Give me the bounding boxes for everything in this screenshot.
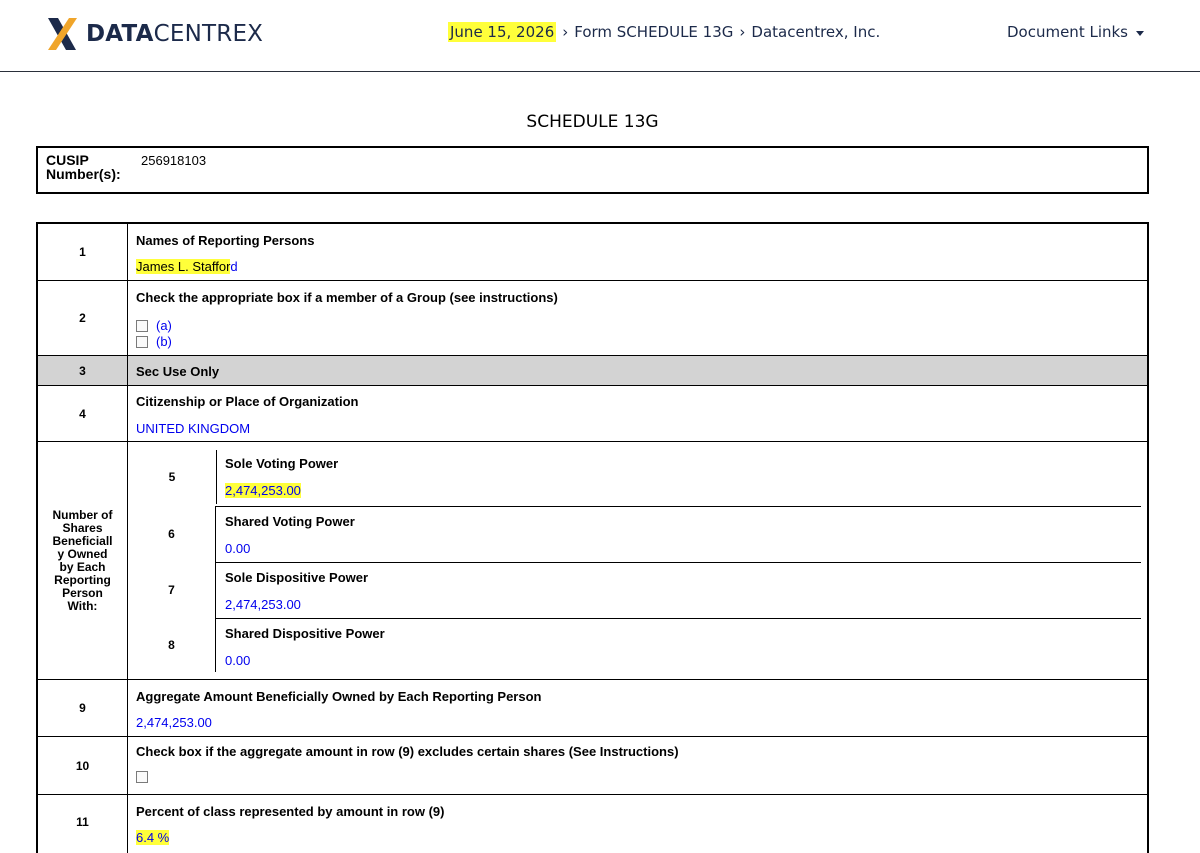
cusip-value: 256918103	[141, 153, 207, 168]
row-caption: Sole Dispositive Power	[225, 570, 369, 585]
row-number: 4	[38, 386, 128, 441]
reporting-person-name: James L. Stafford	[136, 259, 238, 274]
row-number: 9	[38, 680, 128, 736]
breadcrumb-separator: ›	[739, 23, 746, 41]
row-number: 6	[128, 506, 216, 562]
checkbox[interactable]	[136, 771, 148, 783]
cover-page-table: 1 Names of Reporting Persons James L. St…	[36, 222, 1149, 853]
excludes-shares-option[interactable]	[136, 771, 156, 783]
group-option-a[interactable]: (a)	[136, 318, 172, 333]
row-3: 3 Sec Use Only	[38, 356, 1147, 386]
row-8: 8 Shared Dispositive Power 0.00	[128, 618, 1141, 672]
row-4: 4 Citizenship or Place of Organization U…	[38, 386, 1147, 442]
breadcrumb-company[interactable]: Datacentrex, Inc.	[751, 23, 880, 41]
logo[interactable]: DATACENTREX	[44, 14, 263, 54]
row-number: 11	[38, 795, 128, 853]
row-number: 7	[128, 562, 216, 618]
sole-dispositive-power-value: 2,474,253.00	[225, 597, 301, 612]
logo-x-icon	[48, 18, 77, 50]
citizenship-value: UNITED KINGDOM	[136, 421, 251, 436]
row-caption: Sec Use Only	[136, 364, 220, 379]
cusip-box: CUSIP Number(s): 256918103	[36, 146, 1149, 194]
percent-of-class-value: 6.4 %	[136, 830, 170, 845]
row-caption: Names of Reporting Persons	[136, 233, 315, 248]
shared-dispositive-power-value: 0.00	[225, 653, 251, 668]
row-number: 5	[168, 470, 176, 484]
row-caption: Aggregate Amount Beneficially Owned by E…	[136, 689, 542, 704]
breadcrumb-date[interactable]: June 15, 2026	[448, 22, 557, 42]
cusip-label: CUSIP Number(s):	[46, 152, 121, 182]
caret-down-icon	[1136, 30, 1144, 36]
row-5: 5 Sole Voting Power 2,474,253.00	[128, 450, 1141, 504]
form-title: SCHEDULE 13G	[526, 112, 659, 132]
row-number: 8	[128, 618, 216, 672]
breadcrumb-separator: ›	[562, 23, 569, 41]
breadcrumb-form[interactable]: Form SCHEDULE 13G	[574, 23, 733, 41]
document-links-dropdown[interactable]: Document Links	[1007, 23, 1144, 41]
row-number: 1	[38, 224, 128, 280]
shares-owned-label: Number of Shares Beneficiall y Owned by …	[38, 442, 128, 679]
checkbox[interactable]	[136, 319, 148, 332]
row-2: 2 Check the appropriate box if a member …	[38, 281, 1147, 356]
row-number: 2	[38, 281, 128, 355]
checkbox[interactable]	[136, 335, 148, 348]
row-number: 3	[38, 356, 128, 385]
row-9: 9 Aggregate Amount Beneficially Owned by…	[38, 680, 1147, 737]
row-10: 10 Check box if the aggregate amount in …	[38, 737, 1147, 795]
row-7: 7 Sole Dispositive Power 2,474,253.00	[128, 562, 1141, 618]
aggregate-amount-value: 2,474,253.00	[136, 715, 212, 730]
document-links-label: Document Links	[1006, 23, 1128, 41]
row-caption: Shared Dispositive Power	[225, 626, 385, 641]
breadcrumb: June 15, 2026 › Form SCHEDULE 13G › Data…	[448, 22, 880, 42]
row-1: 1 Names of Reporting Persons James L. St…	[38, 224, 1147, 281]
row-caption: Check the appropriate box if a member of…	[136, 290, 558, 305]
row-11: 11 Percent of class represented by amoun…	[38, 795, 1147, 853]
shared-voting-power-value: 0.00	[225, 541, 251, 556]
row-number: 10	[38, 737, 128, 794]
shares-block: Number of Shares Beneficiall y Owned by …	[38, 442, 1147, 680]
row-caption: Check box if the aggregate amount in row…	[136, 744, 679, 759]
site-header: DATACENTREX June 15, 2026 › Form SCHEDUL…	[0, 0, 1200, 72]
sole-voting-power-value: 2,474,253.00	[225, 483, 301, 498]
row-caption: Percent of class represented by amount i…	[136, 804, 445, 819]
row-caption: Shared Voting Power	[225, 514, 355, 529]
row-caption: Sole Voting Power	[225, 456, 339, 471]
logo-text: DATACENTREX	[86, 21, 264, 47]
row-caption: Citizenship or Place of Organization	[136, 394, 359, 409]
group-option-b[interactable]: (b)	[136, 334, 172, 349]
row-6: 6 Shared Voting Power 0.00	[128, 506, 1141, 562]
